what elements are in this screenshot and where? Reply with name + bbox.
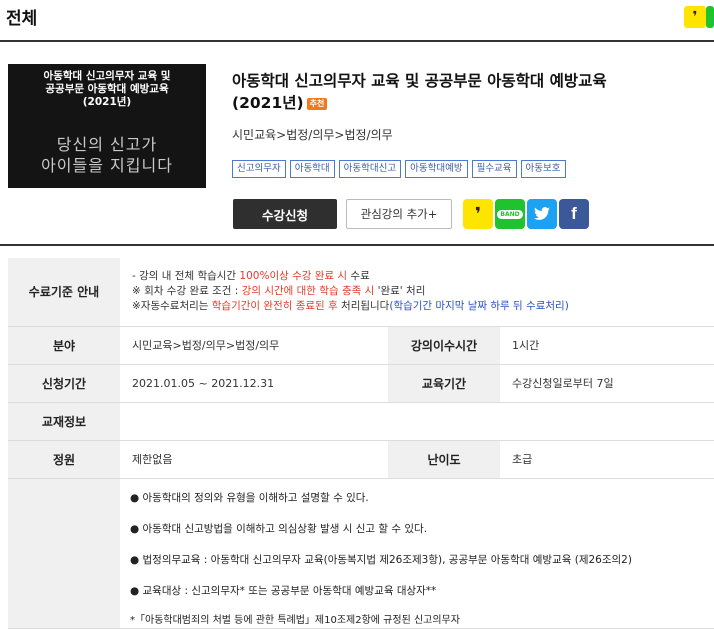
course-title-line2: (2021년) <box>232 94 304 112</box>
description-footnote: *「아동학대범죄의 처벌 등에 관한 특례법」제10조제2항에 규정된 신고의무… <box>130 615 460 626</box>
description-line: ● 교육대상 : 신고의무자* 또는 공공부문 아동학대 예방교육 대상자** <box>130 585 437 597</box>
criteria-line2-a: ※ 회차 수강 완료 조건 : <box>132 285 242 298</box>
criteria-line3-blue: (학습기간 마지막 날짜 하루 뒤 수료처리) <box>389 300 569 313</box>
course-thumbnail[interactable]: 아동학대 신고의무자 교육 및 공공부문 아동학대 예방교육 (2021년) 당… <box>8 64 206 188</box>
description-line: ● 법정의무교육 : 아동학대 신고의무자 교육(아동복지법 제26조제3항),… <box>130 554 632 566</box>
edu-period-label: 교육기간 <box>388 364 500 403</box>
field-value: 시민교육>법정/의무>법정/의무 <box>120 326 388 365</box>
criteria-label: 수료기준 안내 <box>8 258 120 327</box>
tag-list: 신고의무자 아동학대 아동학대신고 아동학대예방 필수교육 아동보호 <box>232 160 566 178</box>
level-value: 초급 <box>500 440 714 479</box>
material-value <box>120 402 714 441</box>
description-line: ● 아동학대 신고방법을 이해하고 의심상황 발생 시 신고 할 수 있다. <box>130 523 428 535</box>
criteria-value: - 강의 내 전체 학습시간 100%이상 수강 완료 시 수료 ※ 회차 수강… <box>120 258 714 327</box>
course-info-table: 수료기준 안내 - 강의 내 전체 학습시간 100%이상 수강 완료 시 수료… <box>8 258 714 629</box>
field-label: 분야 <box>8 326 120 365</box>
thumb-title-line2: 공공부문 아동학대 예방교육 <box>45 83 169 95</box>
share-buttons: ❜ BAND f <box>463 199 589 229</box>
course-category: 시민교육>법정/의무>법정/의무 <box>232 128 393 142</box>
band-share-icon[interactable]: BAND <box>495 199 525 229</box>
duration-label: 강의이수시간 <box>388 326 500 365</box>
period-label: 신청기간 <box>8 364 120 403</box>
tag-item[interactable]: 아동학대신고 <box>338 160 402 178</box>
twitter-icon[interactable] <box>527 199 557 229</box>
top-divider <box>0 40 714 42</box>
duration-value: 1시간 <box>500 326 714 365</box>
period-value: 2021.01.05 ~ 2021.12.31 <box>120 364 388 403</box>
add-favorite-button[interactable]: 관심강의 추가+ <box>346 199 452 229</box>
level-label: 난이도 <box>388 440 500 479</box>
thumb-title-line3: (2021년) <box>82 96 132 108</box>
course-title: 아동학대 신고의무자 교육 및 공공부문 아동학대 예방교육 (2021년) 추천 <box>232 70 702 114</box>
criteria-line1-b: 수료 <box>347 270 370 283</box>
kakao-story-icon[interactable]: ❜ <box>684 6 706 28</box>
section-divider <box>0 244 714 246</box>
page-title: 전체 <box>6 9 38 29</box>
criteria-line1-red: 100%이상 수강 완료 시 <box>239 270 348 283</box>
thumb-title-line1: 아동학대 신고의무자 교육 및 <box>43 70 171 82</box>
description-line: ● 아동학대의 정의와 유형을 이해하고 설명할 수 있다. <box>130 492 369 504</box>
criteria-line3-b: 처리됩니다 <box>337 300 390 313</box>
band-icon-label: BAND <box>497 209 523 219</box>
recommend-badge: 추천 <box>306 97 328 110</box>
thumb-slogan-line2: 아이들을 지킵니다 <box>41 156 173 175</box>
criteria-line2-b: '완료' 처리 <box>374 285 426 298</box>
kakao-share-icon[interactable]: ❜ <box>463 199 493 229</box>
criteria-line3-a: ※자동수료처리는 <box>132 300 212 313</box>
band-icon[interactable] <box>706 6 714 28</box>
capacity-label: 정원 <box>8 440 120 479</box>
tag-item[interactable]: 필수교육 <box>471 160 517 178</box>
apply-button[interactable]: 수강신청 <box>233 199 337 229</box>
tag-item[interactable]: 아동보호 <box>520 160 566 178</box>
thumb-slogan-line1: 당신의 신고가 <box>56 135 158 154</box>
course-title-line1: 아동학대 신고의무자 교육 및 공공부문 아동학대 예방교육 <box>232 72 607 90</box>
tag-item[interactable]: 아동학대 <box>289 160 335 178</box>
capacity-value: 제한없음 <box>120 440 388 479</box>
criteria-line3-red: 학습기간이 완전히 종료된 후 <box>211 300 338 313</box>
criteria-line1-a: - 강의 내 전체 학습시간 <box>132 270 240 283</box>
description-label-cell <box>8 478 120 629</box>
edu-period-value: 수강신청일로부터 7일 <box>500 364 714 403</box>
tag-item[interactable]: 아동학대예방 <box>405 160 468 178</box>
criteria-line2-red: 강의 시간에 대한 학습 충족 시 <box>241 285 375 298</box>
material-label: 교재정보 <box>8 402 120 441</box>
facebook-icon[interactable]: f <box>559 199 589 229</box>
top-share-icons: ❜ <box>684 6 714 28</box>
tag-item[interactable]: 신고의무자 <box>232 160 286 178</box>
